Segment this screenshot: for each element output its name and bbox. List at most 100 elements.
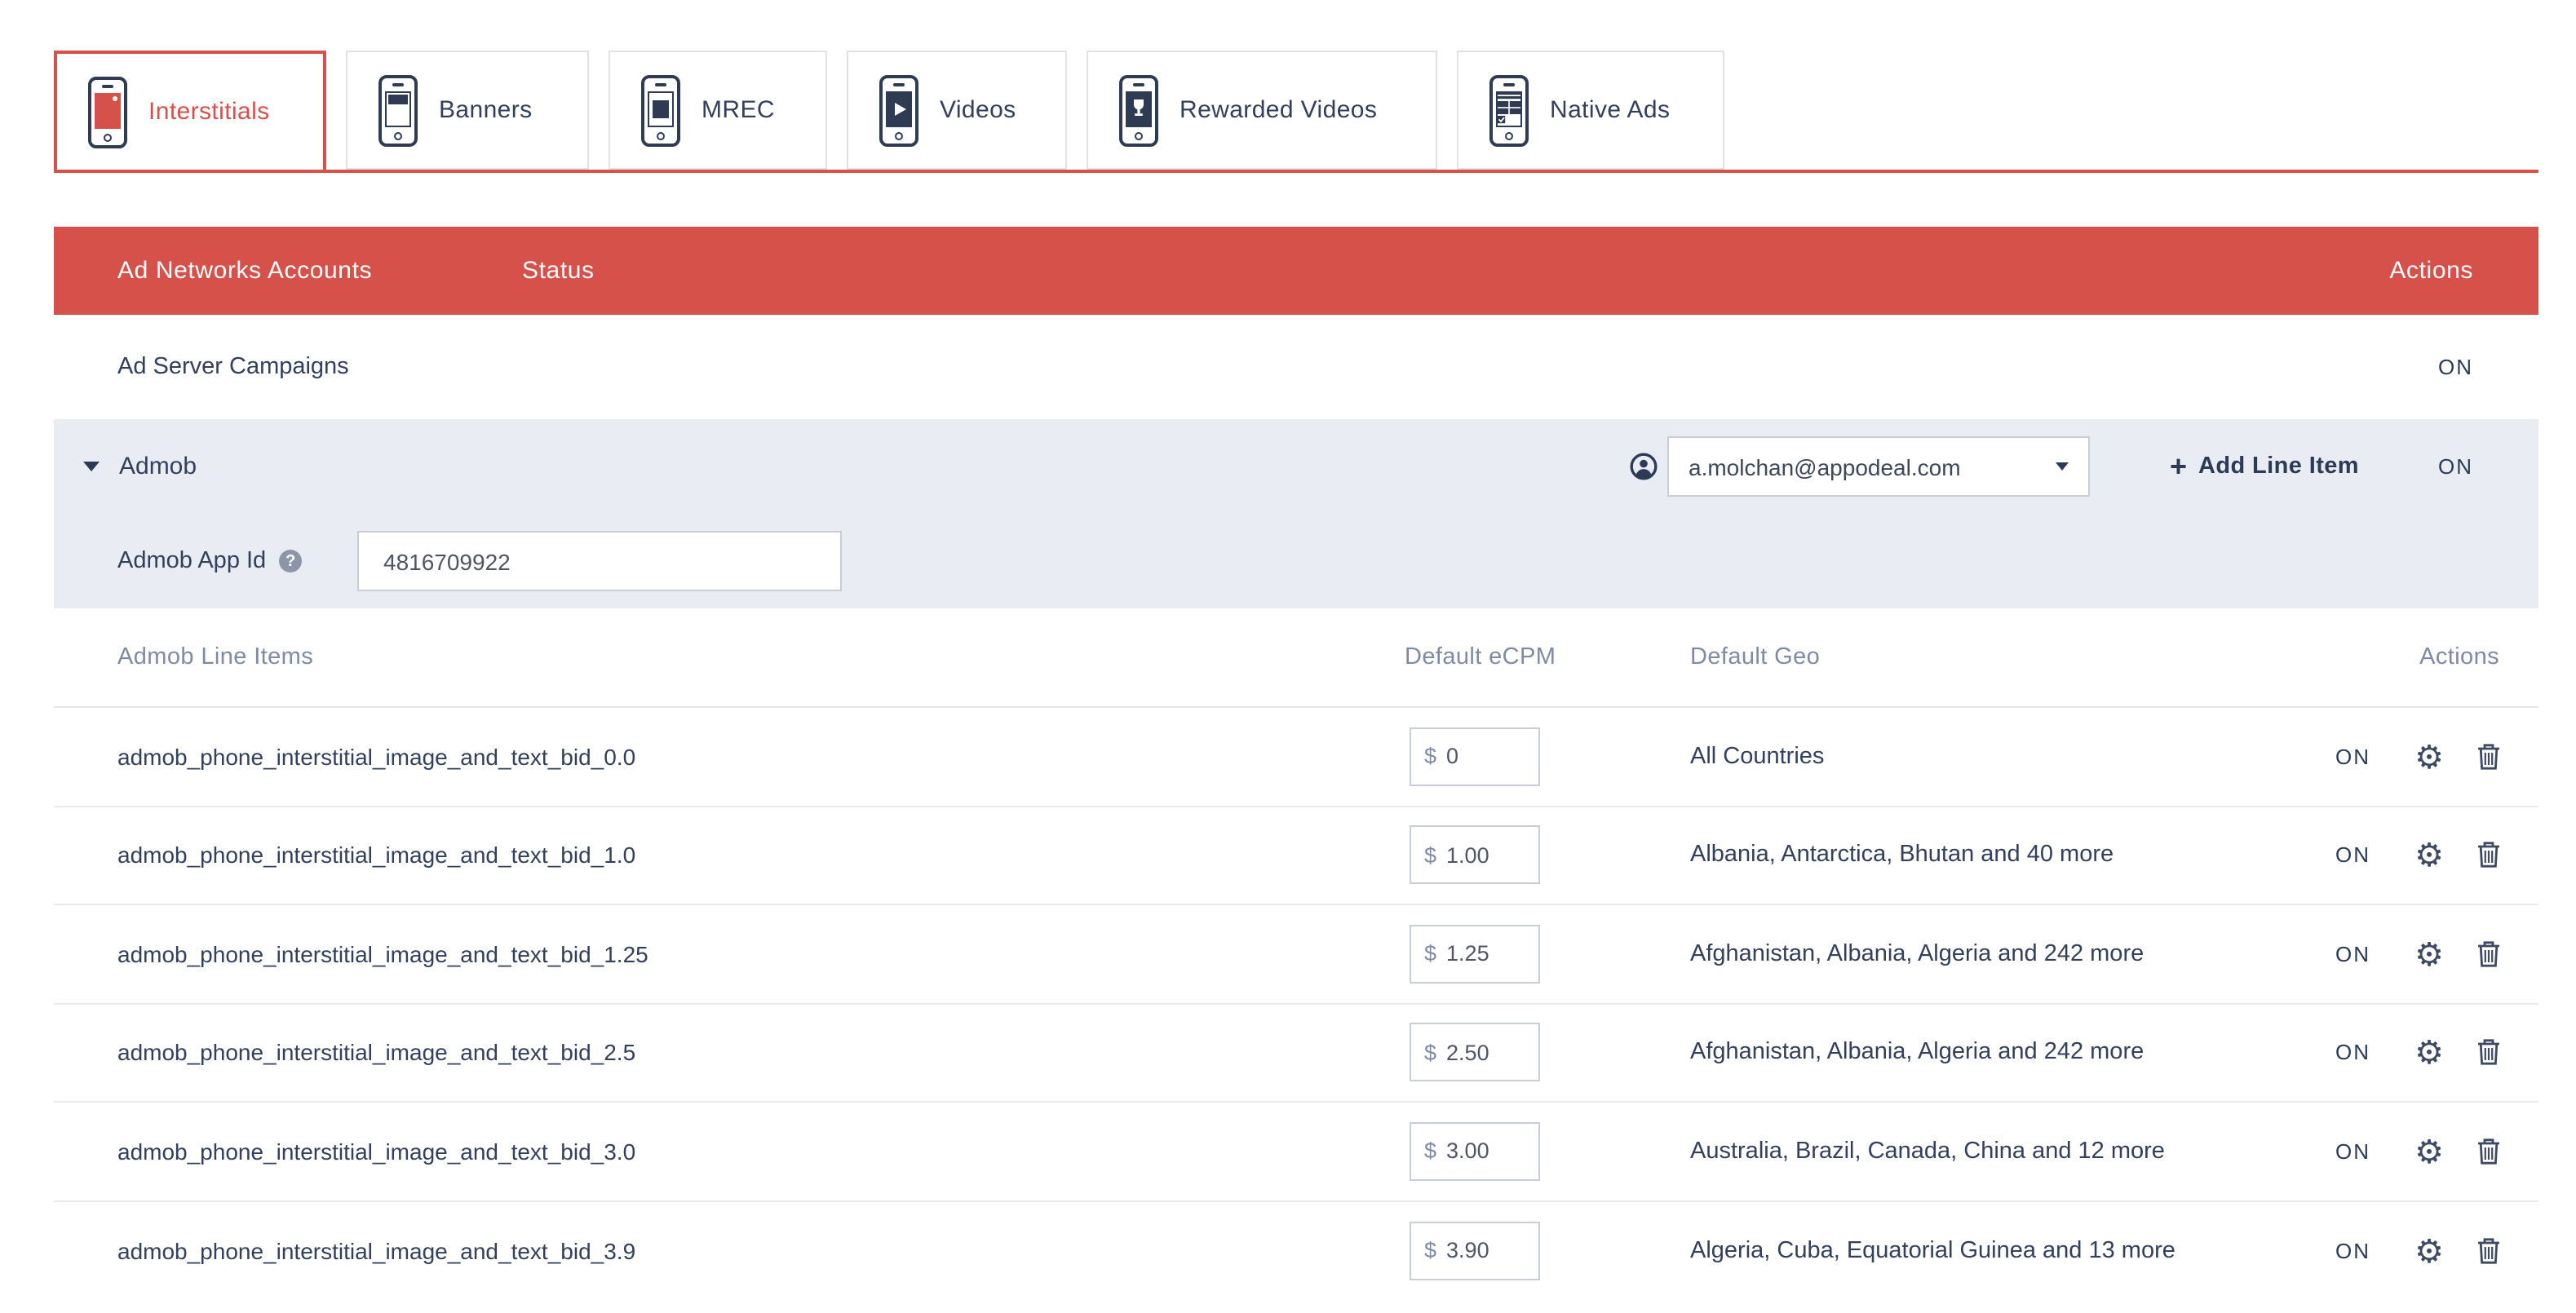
geo-text: Afghanistan, Albania, Algeria and 242 mo…	[1690, 1040, 2144, 1066]
line-item-row: admob_phone_interstitial_image_and_text_…	[54, 1103, 2538, 1201]
gear-icon[interactable]: ⚙	[2414, 740, 2444, 773]
toggle-state-label: ON	[2438, 355, 2473, 379]
admob-app-id-row: Admob App Id ?	[54, 514, 2538, 608]
currency-symbol: $	[1424, 1239, 1436, 1263]
line-item-row: admob_phone_interstitial_image_and_text_…	[54, 1201, 2538, 1300]
column-header-status: Status	[522, 257, 595, 285]
tab-banners[interactable]: Banners	[346, 51, 589, 170]
tab-mrec[interactable]: MREC	[609, 51, 827, 170]
geo-text: Australia, Brazil, Canada, China and 12 …	[1690, 1138, 2165, 1165]
ecpm-input[interactable]: $ 2.50	[1410, 1023, 1540, 1082]
help-icon[interactable]: ?	[279, 550, 302, 573]
ecpm-value: 3.90	[1446, 1239, 1489, 1263]
geo-text: Afghanistan, Albania, Algeria and 242 mo…	[1690, 941, 2144, 967]
ecpm-value: 0	[1446, 745, 1458, 769]
account-person-icon	[1630, 453, 1658, 480]
native-ads-phone-icon	[1489, 74, 1529, 146]
ad-server-campaigns-row: Ad Server Campaigns ON	[54, 315, 2538, 419]
tabs-red-underline	[54, 170, 2538, 173]
toggle-state-label: ON	[2335, 843, 2370, 868]
tab-label: Interstitials	[148, 98, 270, 126]
ecpm-input[interactable]: $ 1.25	[1410, 925, 1540, 984]
trash-icon[interactable]	[2476, 940, 2501, 968]
column-header-actions: Actions	[2389, 257, 2473, 285]
toggle-state-label: ON	[2335, 1139, 2370, 1164]
chevron-down-icon	[2056, 462, 2069, 471]
toggle-state-label: ON	[2335, 942, 2370, 966]
ecpm-value: 1.00	[1446, 843, 1489, 868]
gear-icon[interactable]: ⚙	[2414, 1037, 2444, 1069]
trash-icon[interactable]	[2476, 1039, 2501, 1067]
line-item-name: admob_phone_interstitial_image_and_text_…	[117, 744, 635, 770]
line-item-name: admob_phone_interstitial_image_and_text_…	[117, 1138, 635, 1165]
ecpm-input[interactable]: $ 1.00	[1410, 826, 1540, 885]
video-phone-icon	[879, 74, 918, 146]
currency-symbol: $	[1424, 745, 1436, 769]
currency-symbol: $	[1424, 1139, 1436, 1164]
line-item-name: admob_phone_interstitial_image_and_text_…	[117, 842, 635, 869]
gear-icon[interactable]: ⚙	[2414, 839, 2444, 872]
tab-label: MREC	[702, 96, 775, 124]
add-line-item-button[interactable]: + Add Line Item	[2170, 452, 2359, 481]
ecpm-value: 3.00	[1446, 1139, 1489, 1164]
tab-native-ads[interactable]: Native Ads	[1457, 51, 1724, 170]
toggle-state-label: ON	[2335, 745, 2370, 769]
banner-phone-icon	[378, 74, 418, 146]
gear-icon[interactable]: ⚙	[2414, 938, 2444, 970]
tab-label: Native Ads	[1550, 96, 1670, 124]
line-item-name: admob_phone_interstitial_image_and_text_…	[117, 941, 648, 967]
toggle-state-label: ON	[2335, 1239, 2370, 1263]
admob-account-select[interactable]: a.molchan@appodeal.com	[1667, 436, 2090, 497]
mrec-phone-icon	[641, 74, 680, 146]
admob-app-id-input[interactable]	[357, 531, 842, 591]
ecpm-input[interactable]: $ 3.00	[1410, 1122, 1540, 1181]
tab-label: Rewarded Videos	[1180, 96, 1377, 124]
page: Interstitials Banners MREC Videos	[0, 0, 2576, 1313]
geo-text: Algeria, Cuba, Equatorial Guinea and 13 …	[1690, 1238, 2175, 1264]
selected-account: a.molchan@appodeal.com	[1689, 453, 2043, 480]
tab-label: Banners	[439, 96, 533, 124]
line-item-row: admob_phone_interstitial_image_and_text_…	[54, 807, 2538, 905]
ad-networks-header-bar: Ad Networks Accounts Status Actions	[54, 227, 2538, 315]
currency-symbol: $	[1424, 843, 1436, 868]
tab-videos[interactable]: Videos	[847, 51, 1067, 170]
admob-app-id-label: Admob App Id	[117, 548, 266, 574]
line-item-row: admob_phone_interstitial_image_and_text_…	[54, 1004, 2538, 1103]
play-icon	[895, 102, 906, 115]
add-line-item-label: Add Line Item	[2198, 453, 2359, 480]
plus-icon: +	[2170, 452, 2187, 481]
trophy-icon	[1131, 99, 1147, 118]
rewarded-video-phone-icon	[1119, 74, 1158, 146]
tab-rewarded-videos[interactable]: Rewarded Videos	[1087, 51, 1437, 170]
admob-section: Admob a.molchan@appodeal.com + Add Line …	[54, 419, 2538, 608]
ad-type-tabs: Interstitials Banners MREC Videos	[0, 0, 2576, 173]
ad-server-campaigns-label: Ad Server Campaigns	[117, 354, 349, 380]
geo-text: All Countries	[1690, 744, 1824, 770]
collapse-caret-icon[interactable]	[83, 462, 100, 471]
line-items-header-actions: Actions	[2419, 644, 2499, 670]
column-header-accounts: Ad Networks Accounts	[117, 257, 372, 285]
line-items-table-header: Admob Line Items Default eCPM Default Ge…	[54, 608, 2538, 708]
native-layout-glyph	[1497, 91, 1521, 126]
trash-icon[interactable]	[2476, 1138, 2501, 1165]
currency-symbol: $	[1424, 942, 1436, 966]
toggle-state-label: ON	[2438, 454, 2473, 479]
trash-icon[interactable]	[2476, 842, 2501, 869]
geo-text: Albania, Antarctica, Bhutan and 40 more	[1690, 842, 2113, 869]
line-items-header-geo: Default Geo	[1690, 644, 1820, 670]
ecpm-input[interactable]: $ 0	[1410, 727, 1540, 786]
gear-icon[interactable]: ⚙	[2414, 1135, 2444, 1168]
toggle-state-label: ON	[2335, 1041, 2370, 1065]
trash-icon[interactable]	[2476, 743, 2501, 771]
tab-interstitials[interactable]: Interstitials	[54, 51, 326, 173]
line-items-header-ecpm: Default eCPM	[1405, 644, 1556, 670]
admob-network-row: Admob a.molchan@appodeal.com + Add Line …	[54, 419, 2538, 514]
trash-icon[interactable]	[2476, 1237, 2501, 1265]
tab-label: Videos	[940, 96, 1016, 124]
line-item-name: admob_phone_interstitial_image_and_text_…	[117, 1040, 635, 1066]
line-item-row: admob_phone_interstitial_image_and_text_…	[54, 905, 2538, 1004]
gear-icon[interactable]: ⚙	[2414, 1235, 2444, 1267]
ecpm-input[interactable]: $ 3.90	[1410, 1222, 1540, 1280]
interstitial-phone-icon	[88, 76, 127, 148]
admob-network-label: Admob	[119, 453, 197, 480]
